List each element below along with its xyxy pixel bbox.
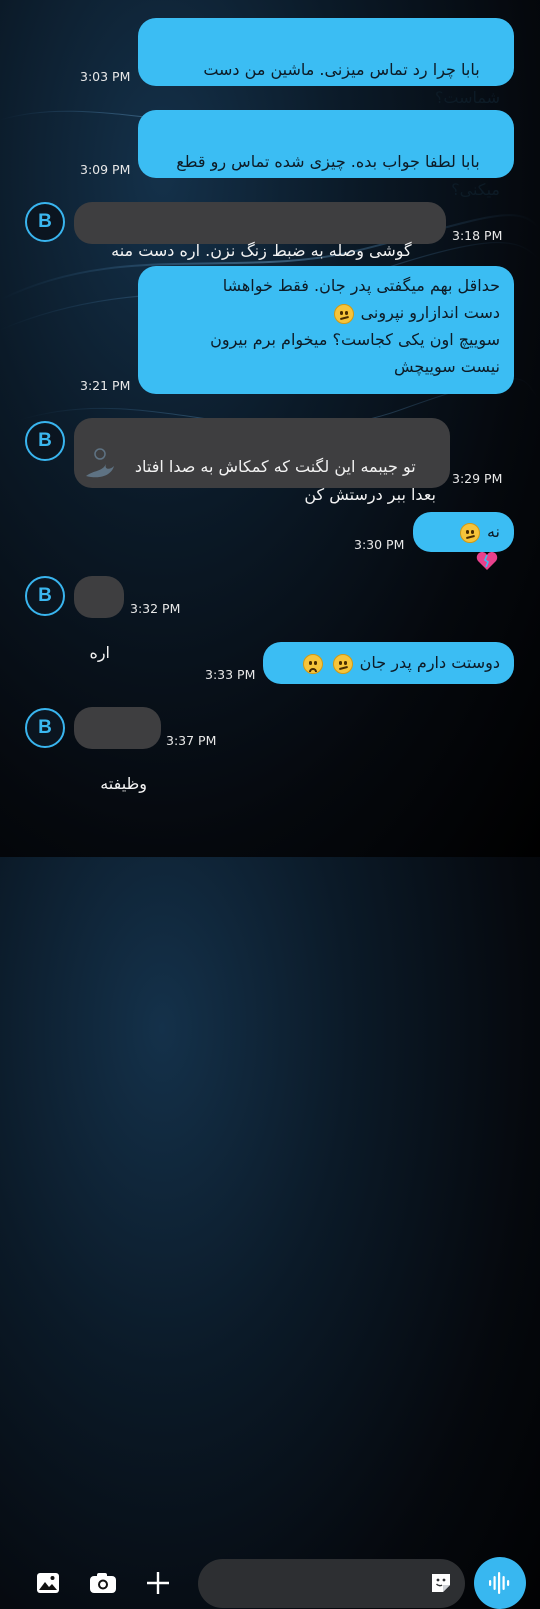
message-time: 3:37 PM	[166, 733, 217, 748]
outgoing-message[interactable]: حداقل بهم میگفتی پدر جان. فقط خواهشا دست…	[138, 266, 514, 394]
outgoing-message[interactable]: دوستت دارم پدر جان	[263, 642, 514, 684]
message-text: بابا چرا رد تماس میزنی. ماشین من دست شما…	[203, 60, 500, 107]
message-text: نه	[486, 522, 500, 541]
message-time: 3:18 PM	[452, 228, 503, 243]
composer-bar	[0, 770, 540, 1609]
message-line: دست اندازارو نپرونی	[152, 299, 500, 326]
message-text: تو جیبمه این لگنت که کمکاش به صدا افتاد …	[134, 457, 436, 504]
incoming-message[interactable]: اره	[74, 576, 124, 662]
incoming-message[interactable]: وظیفته	[74, 707, 161, 793]
message-line: حداقل بهم میگفتی پدر جان. فقط خواهشا	[222, 276, 500, 295]
contact-avatar[interactable]: B	[25, 708, 65, 748]
gallery-icon[interactable]	[34, 1569, 62, 1597]
confused-face-icon	[333, 303, 354, 324]
message-text: اره	[89, 643, 110, 662]
contact-avatar[interactable]: B	[25, 421, 65, 461]
outgoing-message[interactable]: بابا چرا رد تماس میزنی. ماشین من دست شما…	[138, 18, 514, 107]
message-line: سوییچ اون یکی کجاست؟ میخوام برم بیرون	[210, 330, 500, 349]
message-text: دوستت دارم پدر جان	[359, 653, 500, 672]
sticker-icon[interactable]	[428, 1570, 454, 1596]
voice-icon[interactable]	[474, 1557, 526, 1609]
message-time: 3:21 PM	[80, 378, 131, 393]
confused-face-icon	[332, 653, 353, 674]
contact-avatar[interactable]: B	[25, 202, 65, 242]
message-time: 3:30 PM	[354, 537, 405, 552]
sad-face-icon	[303, 653, 324, 674]
broken-heart-icon	[476, 551, 498, 570]
message-list[interactable]: بابا چرا رد تماس میزنی. ماشین من دست شما…	[0, 0, 540, 793]
message-time: 3:32 PM	[130, 601, 181, 616]
message-time: 3:03 PM	[80, 69, 131, 84]
confused-face-icon	[459, 522, 480, 543]
camera-icon[interactable]	[88, 1569, 118, 1597]
message-text: بابا لطفا جواب بده. چیزی شده تماس رو قطع…	[176, 152, 500, 199]
contact-avatar[interactable]: B	[25, 576, 65, 616]
outgoing-message[interactable]: بابا لطفا جواب بده. چیزی شده تماس رو قطع…	[138, 110, 514, 199]
message-time: 3:09 PM	[80, 162, 131, 177]
incoming-message[interactable]: گوشی وصله به ضبط زنگ نزن. اره دست منه	[74, 202, 446, 260]
watermark-logo	[86, 448, 114, 478]
message-text: گوشی وصله به ضبط زنگ نزن. اره دست منه	[111, 241, 412, 260]
outgoing-message[interactable]: نه	[413, 512, 514, 570]
message-line: نیست سوییچش	[393, 357, 500, 376]
message-time: 3:29 PM	[452, 471, 503, 486]
message-time: 3:33 PM	[205, 667, 256, 682]
message-input[interactable]	[198, 1559, 465, 1608]
plus-icon[interactable]	[144, 1569, 172, 1597]
